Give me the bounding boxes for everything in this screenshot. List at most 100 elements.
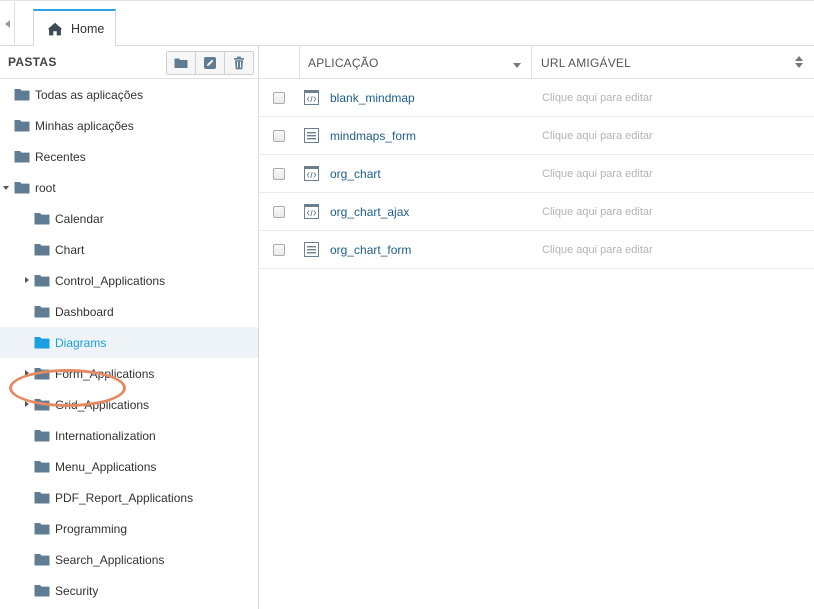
- application-name-link[interactable]: blank_mindmap: [330, 91, 415, 105]
- row-checkbox[interactable]: [273, 92, 285, 104]
- tree-folder-item[interactable]: Minhas aplicações: [0, 110, 258, 141]
- tab-bar: Home: [0, 0, 814, 47]
- tree-folder-item[interactable]: root: [0, 172, 258, 203]
- tree-folder-label: Form_Applications: [55, 367, 155, 381]
- tree-folder-item[interactable]: Programming: [0, 513, 258, 544]
- header-aplicacao-label: APLICAÇÃO: [308, 55, 379, 70]
- folder-icon: [34, 523, 50, 535]
- tree-folder-label: Security: [55, 584, 99, 598]
- friendly-url-edit[interactable]: Clique aqui para editar: [542, 206, 653, 218]
- table-row: org_chart Clique aqui para editar: [259, 155, 814, 193]
- new-folder-button[interactable]: [167, 52, 196, 74]
- tree-folder-item[interactable]: Control_Applications: [0, 265, 258, 296]
- folder-icon: [34, 244, 50, 256]
- table-row: org_chart_form Clique aqui para editar: [259, 231, 814, 269]
- code-app-icon: [304, 204, 319, 219]
- tree-folder-label: Grid_Applications: [55, 398, 150, 412]
- folder-icon: [34, 213, 50, 225]
- edit-folder-button[interactable]: [196, 52, 225, 74]
- new-folder-icon: [174, 58, 188, 68]
- folder-icon: [34, 492, 50, 504]
- tree-folder-item[interactable]: Internationalization: [0, 420, 258, 451]
- sort-icon: [795, 56, 804, 68]
- friendly-url-edit[interactable]: Clique aqui para editar: [542, 92, 653, 104]
- tree-folder-item[interactable]: Chart: [0, 234, 258, 265]
- tree-folder-label: Diagrams: [55, 336, 107, 350]
- tree-folder-label: Calendar: [55, 212, 104, 226]
- folder-icon: [34, 585, 50, 597]
- header-aplicacao[interactable]: APLICAÇÃO: [300, 46, 532, 79]
- collapsed-caret-icon[interactable]: [25, 401, 29, 407]
- tree-folder-label: Recentes: [35, 150, 86, 164]
- caret-left-icon: [4, 20, 10, 28]
- row-checkbox[interactable]: [273, 244, 285, 256]
- grid-header: APLICAÇÃO URL AMIGÁVEL: [259, 46, 814, 79]
- folder-icon: [34, 368, 50, 380]
- applications-grid: APLICAÇÃO URL AMIGÁVEL blank_mindmap Cliq…: [259, 46, 814, 609]
- tree-folder-label: Programming: [55, 522, 128, 536]
- application-name-link[interactable]: org_chart: [330, 167, 381, 181]
- application-name-link[interactable]: mindmaps_form: [330, 129, 416, 143]
- tree-folder-label: Minhas aplicações: [35, 119, 134, 133]
- friendly-url-edit[interactable]: Clique aqui para editar: [542, 168, 653, 180]
- folder-icon: [34, 461, 50, 473]
- tree-folder-item[interactable]: Calendar: [0, 203, 258, 234]
- folder-icon: [14, 89, 30, 101]
- application-name-link[interactable]: org_chart_form: [330, 243, 411, 257]
- folder-icon: [34, 554, 50, 566]
- table-row: blank_mindmap Clique aqui para editar: [259, 79, 814, 117]
- table-row: mindmaps_form Clique aqui para editar: [259, 117, 814, 155]
- folder-icon: [14, 151, 30, 163]
- tree-folder-item[interactable]: Todas as aplicações: [0, 79, 258, 110]
- tree-folder-label: Todas as aplicações: [35, 88, 144, 102]
- trash-icon: [234, 56, 244, 70]
- collapsed-caret-icon[interactable]: [25, 277, 29, 283]
- edit-icon: [204, 57, 216, 69]
- friendly-url-edit[interactable]: Clique aqui para editar: [542, 130, 653, 142]
- application-name-link[interactable]: org_chart_ajax: [330, 205, 409, 219]
- row-checkbox[interactable]: [273, 206, 285, 218]
- tree-folder-item[interactable]: Grid_Applications: [0, 389, 258, 420]
- header-select-column: [259, 46, 300, 79]
- tree-folder-item[interactable]: Menu_Applications: [0, 451, 258, 482]
- folder-icon: [14, 120, 30, 132]
- tree-folder-item[interactable]: Recentes: [0, 141, 258, 172]
- folders-header: PASTAS: [0, 46, 258, 79]
- row-checkbox[interactable]: [273, 168, 285, 180]
- tree-folder-item[interactable]: Security: [0, 575, 258, 606]
- friendly-url-edit[interactable]: Clique aqui para editar: [542, 244, 653, 256]
- delete-folder-button[interactable]: [225, 52, 253, 74]
- tree-folder-label: root: [35, 181, 56, 195]
- header-url-amigavel[interactable]: URL AMIGÁVEL: [532, 46, 814, 79]
- tree-folder-item[interactable]: Search_Applications: [0, 544, 258, 575]
- tree-folder-item[interactable]: Diagrams: [0, 327, 258, 358]
- collapsed-caret-icon[interactable]: [25, 370, 29, 376]
- table-row: org_chart_ajax Clique aqui para editar: [259, 193, 814, 231]
- folder-icon: [34, 337, 50, 349]
- tree-folder-label: Menu_Applications: [55, 460, 157, 474]
- form-app-icon: [304, 128, 319, 143]
- code-app-icon: [304, 166, 319, 181]
- tree-folder-label: Chart: [55, 243, 85, 257]
- form-app-icon: [304, 242, 319, 257]
- tree-folder-label: Internationalization: [55, 429, 156, 443]
- folder-icon: [34, 399, 50, 411]
- folders-title: PASTAS: [8, 55, 57, 69]
- tab-scroll-left-button[interactable]: [0, 2, 15, 46]
- folder-icon: [34, 275, 50, 287]
- tab-home[interactable]: Home: [33, 9, 116, 47]
- tree-folder-item[interactable]: PDF_Report_Applications: [0, 482, 258, 513]
- tab-home-label: Home: [71, 22, 105, 36]
- folder-icon: [14, 182, 30, 194]
- folders-panel: PASTAS Todas as aplicações Minhas aplica…: [0, 46, 259, 609]
- tree-folder-label: PDF_Report_Applications: [55, 491, 194, 505]
- row-checkbox[interactable]: [273, 130, 285, 142]
- tree-folder-label: Control_Applications: [55, 274, 166, 288]
- code-app-icon: [304, 90, 319, 105]
- sort-desc-icon: [513, 63, 521, 68]
- tree-folder-item[interactable]: Dashboard: [0, 296, 258, 327]
- expanded-caret-icon[interactable]: [3, 186, 9, 190]
- tree-folder-item[interactable]: Form_Applications: [0, 358, 258, 389]
- folder-icon: [34, 430, 50, 442]
- tree-folder-label: Search_Applications: [55, 553, 165, 567]
